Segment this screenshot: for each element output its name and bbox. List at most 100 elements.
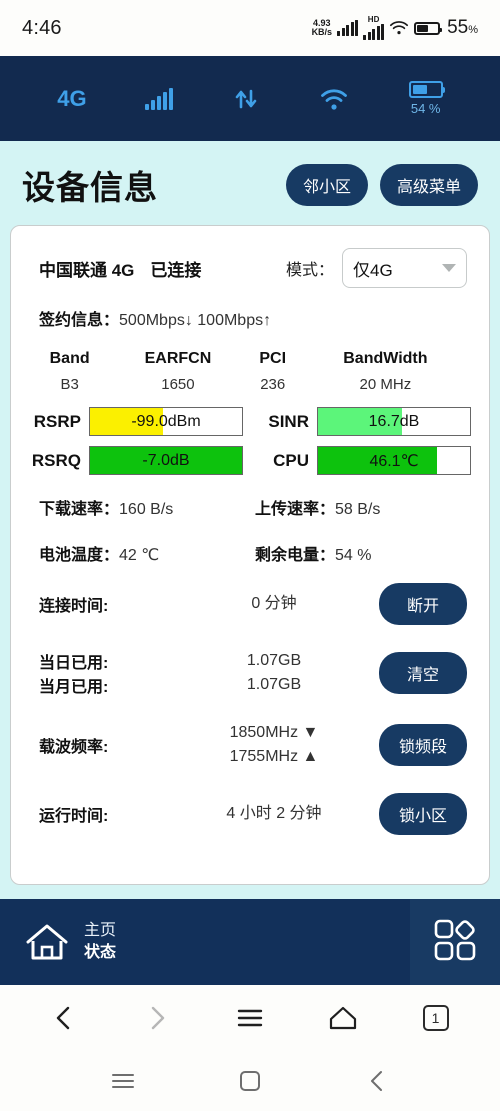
nav-labels: 主页 状态 (84, 920, 116, 963)
carrier-frequency-label: 载波频率: (39, 739, 109, 756)
status-bar: 4:46 4.93 KB/s HD 55% (0, 0, 500, 56)
gauge-rsrq-value: -7.0dB (142, 451, 190, 469)
system-recents-button[interactable] (103, 1061, 143, 1101)
browser-tab-count: 1 (422, 1005, 449, 1031)
gauge-rsrp: RSRP -99.0dBm (29, 407, 243, 436)
gauge-rsrq-label: RSRQ (31, 450, 81, 470)
uptime-row: 运行时间: 4 小时 2 分钟 锁小区 (29, 781, 471, 847)
browser-menu-button[interactable] (228, 996, 272, 1040)
band-header-band: Band (49, 350, 90, 367)
nav-home-label: 主页 (84, 922, 117, 940)
phone-screen: 4:46 4.93 KB/s HD 55% 4G 54 % 设备信息 邻小区 高… (0, 0, 500, 1111)
device-info-card: 中国联通 4G 已连接 模式： 仅4G 签约信息：500Mbps↓ 100Mbp… (10, 225, 490, 885)
today-usage-value: 1.07GB (246, 652, 302, 669)
today-usage-label: 当日已用: (39, 655, 109, 672)
carrier-frequency-downlink: 1850MHz ▼ (229, 724, 319, 741)
gauge-rsrp-bar: -99.0dBm (89, 407, 243, 436)
strip-wifi-icon (318, 86, 350, 112)
uptime-label: 运行时间: (39, 808, 109, 825)
band-header-pci: PCI (259, 350, 287, 367)
mode-select[interactable]: 仅4G (342, 248, 467, 288)
carrier-frequency-values: 1850MHz ▼ 1755MHz ▲ (169, 721, 379, 769)
band-value-earfcn: 1650 (161, 376, 195, 393)
strip-battery-label: 54 % (410, 101, 441, 116)
hd-signal-icon: HD (363, 15, 385, 40)
hd-label: HD (367, 15, 380, 24)
status-bar-clock: 4:46 (22, 16, 62, 39)
network-type-label: 4G (57, 85, 87, 111)
mode-label: 模式： (285, 262, 334, 279)
band-value-bandwidth: 20 MHz (359, 376, 412, 393)
connect-time-label: 连接时间: (39, 598, 109, 615)
browser-forward-button[interactable] (135, 996, 179, 1040)
data-usage-row: 当日已用: 当月已用: 1.07GB 1.07GB 清空 (29, 637, 471, 709)
gauge-sinr-bar: 16.7dB (317, 407, 471, 436)
lock-band-button[interactable]: 锁频段 (378, 724, 467, 766)
month-usage-value: 1.07GB (246, 676, 302, 693)
gauge-sinr-label: SINR (268, 411, 309, 431)
nav-home-item[interactable]: 主页 状态 (0, 899, 410, 985)
gauge-rsrp-value: -99.0dBm (131, 412, 201, 430)
band-table: Band EARFCN PCI BandWidth B3 1650 236 20… (29, 348, 471, 397)
wifi-icon (389, 20, 409, 36)
plan-info-row: 签约信息：500Mbps↓ 100Mbps↑ (29, 292, 471, 338)
clear-usage-button[interactable]: 清空 (379, 652, 467, 694)
data-usage-values: 1.07GB 1.07GB (169, 649, 379, 697)
gauge-cpu-label: CPU (273, 450, 309, 470)
system-home-button[interactable] (230, 1061, 270, 1101)
advanced-menu-button[interactable]: 高级菜单 (379, 164, 478, 206)
neighbor-cell-button[interactable]: 邻小区 (285, 164, 368, 206)
signal-strip: 4G 54 % (0, 56, 500, 141)
stat-download-rate: 下载速率：160 B/s (39, 501, 174, 518)
network-speed-unit: KB/s (311, 27, 333, 37)
apps-grid-icon (432, 917, 478, 968)
signal-gauges: RSRP -99.0dBm SINR 16.7dB RSRQ -7.0dB CP… (29, 407, 471, 475)
gauge-rsrp-label: RSRP (33, 411, 81, 431)
browser-toolbar: 1 (0, 985, 500, 1051)
network-type-indicator: 4G (57, 86, 86, 112)
gauge-rsrq: RSRQ -7.0dB (29, 446, 243, 475)
disconnect-button[interactable]: 断开 (379, 583, 467, 625)
battery-icon (414, 21, 443, 35)
gauge-sinr: SINR 16.7dB (257, 407, 471, 436)
page-body: 设备信息 邻小区 高级菜单 中国联通 4G 已连接 模式： 仅4G 签约信息：5… (0, 141, 500, 899)
carrier-frequency-uplink: 1755MHz ▲ (229, 748, 319, 765)
browser-tabs-button[interactable]: 1 (414, 996, 458, 1040)
band-header-bandwidth: BandWidth (343, 350, 428, 367)
mode-select-value: 仅4G (353, 260, 393, 280)
carrier-label: 中国联通 4G (39, 260, 135, 280)
band-value-pci: 236 (260, 376, 286, 393)
system-nav-bar (0, 1051, 500, 1111)
lock-cell-button[interactable]: 锁小区 (378, 793, 467, 835)
signal-bars-icon (337, 19, 359, 36)
chevron-down-icon (442, 264, 456, 272)
system-back-button[interactable] (357, 1061, 397, 1101)
nav-apps-item[interactable] (410, 899, 500, 985)
battery-percent-label: 55% (447, 17, 478, 38)
page-header: 设备信息 邻小区 高级菜单 (0, 141, 500, 219)
mode-selector-group: 模式： 仅4G (286, 248, 467, 288)
band-table-value-row: B3 1650 236 20 MHz (29, 374, 471, 397)
band-table-header-row: Band EARFCN PCI BandWidth (29, 348, 471, 374)
strip-signal-bars-icon (145, 87, 174, 110)
stats-grid: 下载速率：160 B/s 上传速率：58 B/s 电池温度：42 ℃ 剩余电量：… (29, 495, 471, 565)
app-bottom-nav: 主页 状态 (0, 899, 500, 985)
gauge-cpu-value: 46.1℃ (369, 452, 419, 470)
strip-battery-icon (408, 81, 445, 98)
band-header-earfcn: EARFCN (144, 350, 212, 367)
nav-status-label: 状态 (84, 944, 117, 961)
network-speed-indicator: 4.93 KB/s (311, 18, 333, 37)
connect-time-row: 连接时间: 0 分钟 断开 (29, 571, 471, 637)
plan-info-value: 500Mbps↓ 100Mbps↑ (119, 312, 272, 329)
connection-status-label: 已连接 (150, 260, 202, 280)
stat-upload-rate: 上传速率：58 B/s (255, 501, 381, 518)
data-usage-labels: 当日已用: 当月已用: (39, 649, 169, 697)
browser-home-button[interactable] (321, 996, 365, 1040)
stat-battery-temp: 电池温度：42 ℃ (39, 547, 160, 564)
uptime-value: 4 小时 2 分钟 (226, 805, 322, 822)
browser-back-button[interactable] (42, 996, 86, 1040)
band-value-band: B3 (60, 376, 79, 393)
page-title: 设备信息 (22, 169, 158, 206)
header-buttons: 邻小区 高级菜单 (285, 164, 478, 206)
gauge-cpu: CPU 46.1℃ (257, 446, 471, 475)
